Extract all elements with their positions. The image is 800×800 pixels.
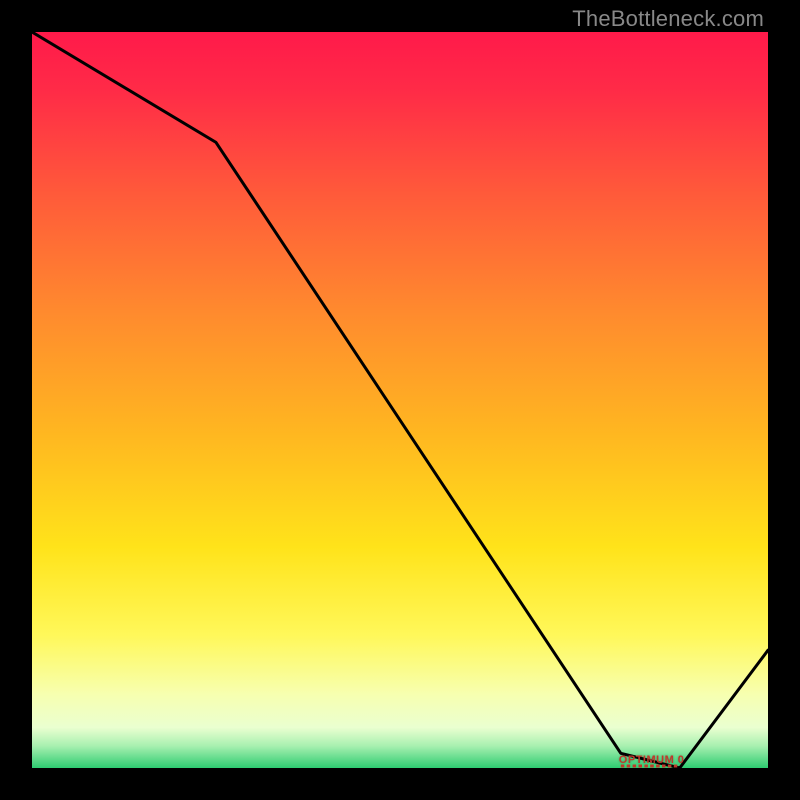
attribution-text: TheBottleneck.com bbox=[572, 6, 764, 32]
bottleneck-chart bbox=[32, 32, 768, 768]
optimum-label: OPTIMUM 0 bbox=[619, 754, 685, 766]
gradient-background bbox=[32, 32, 768, 768]
chart-frame: OPTIMUM 0 bbox=[32, 32, 768, 768]
